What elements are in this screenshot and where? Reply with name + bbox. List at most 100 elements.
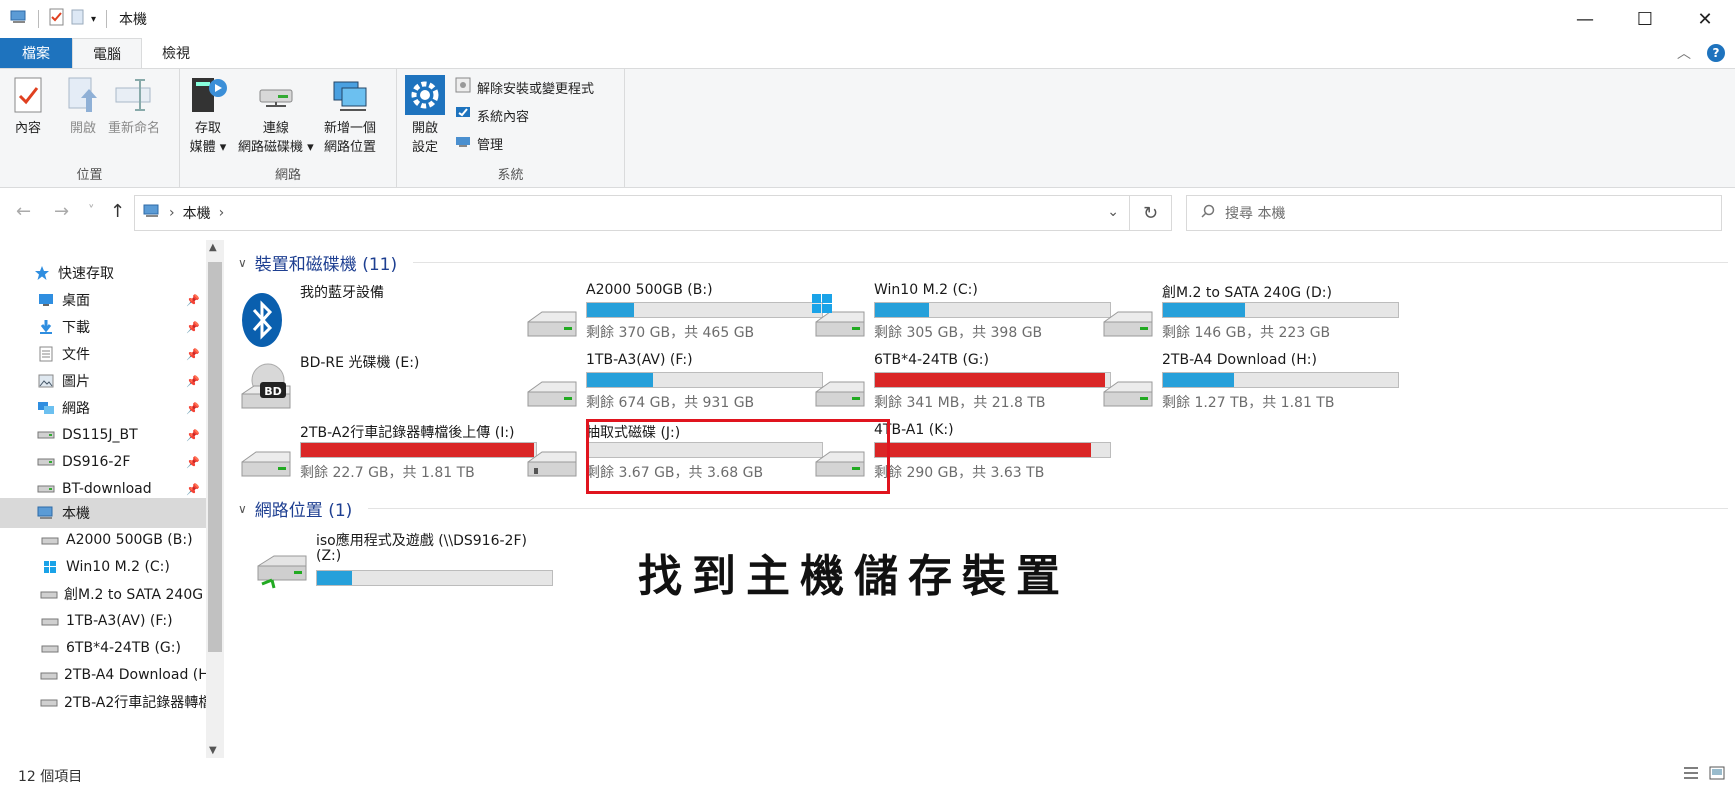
sidebar-item-label: DS115J_BT xyxy=(62,427,138,443)
drive-tile[interactable]: 1TB-A3(AV) (F:) 剩餘 674 GB，共 931 GB xyxy=(524,352,824,416)
pc-icon[interactable] xyxy=(10,9,28,29)
system-properties-icon xyxy=(455,105,471,125)
pin-icon[interactable]: 📌 xyxy=(186,375,200,388)
chevron-down-icon[interactable]: ▾ xyxy=(91,14,96,25)
search-input[interactable]: 搜尋 本機 xyxy=(1225,203,1285,223)
drive-icon xyxy=(40,642,60,654)
pin-icon[interactable]: 📌 xyxy=(186,294,200,307)
up-button[interactable]: ↑ xyxy=(110,201,125,222)
scrollbar-thumb[interactable] xyxy=(208,262,222,652)
drive-free-space: 剩餘 341 MB，共 21.8 TB xyxy=(874,395,1046,411)
forward-button[interactable]: → xyxy=(54,201,69,222)
new-folder-icon[interactable] xyxy=(71,8,85,30)
sidebar-item-quick-access[interactable]: 快速存取 xyxy=(0,258,206,288)
manage-button[interactable]: 管理 xyxy=(455,133,503,153)
maximize-button[interactable]: ☐ xyxy=(1615,0,1675,38)
system-properties-button[interactable]: 系統內容 xyxy=(455,105,529,125)
tab-computer[interactable]: 電腦 xyxy=(72,38,142,68)
uninstall-programs-button[interactable]: 解除安裝或變更程式 xyxy=(455,77,594,97)
pin-icon[interactable]: 📌 xyxy=(186,348,200,361)
properties-icon[interactable] xyxy=(49,8,65,30)
back-button[interactable]: ← xyxy=(16,201,31,222)
sidebar-item-pinned[interactable]: 網路 📌 xyxy=(0,393,206,423)
scroll-down-icon[interactable]: ▼ xyxy=(209,745,217,756)
drive-usage-bar xyxy=(874,372,1111,388)
minimize-button[interactable]: — xyxy=(1555,0,1615,38)
sidebar-item-drive[interactable]: A2000 500GB (B:) xyxy=(0,525,206,555)
close-button[interactable]: ✕ xyxy=(1675,0,1735,38)
drive-tile[interactable]: 我的藍牙設備 xyxy=(238,282,538,347)
tab-file[interactable]: 檔案 xyxy=(0,38,72,68)
sidebar-item-drive[interactable]: 創M.2 to SATA 240G (D:) xyxy=(0,579,206,609)
open-button[interactable]: 開啟 xyxy=(66,75,100,138)
search-box[interactable]: 搜尋 本機 xyxy=(1186,195,1722,231)
toolbar-divider xyxy=(106,10,108,28)
sidebar-item-label: Win10 M.2 (C:) xyxy=(66,559,170,575)
network-drive-usage-bar xyxy=(316,570,553,586)
sidebar-item-pinned[interactable]: 桌面 📌 xyxy=(0,285,206,315)
quick-access-toolbar: ▾ xyxy=(0,0,111,38)
drive-tile[interactable]: 2TB-A4 Download (H:) 剩餘 1.27 TB，共 1.81 TB xyxy=(1100,352,1400,416)
ribbon-group-network: 存取 媒體 ▾ 連線 網路磁碟機 ▾ 新增一個 網路位置 網路 xyxy=(180,69,397,187)
pin-icon[interactable]: 📌 xyxy=(186,483,200,496)
sidebar-item-pinned[interactable]: DS916-2F 📌 xyxy=(0,447,206,477)
map-network-drive-button[interactable]: 連線 網路磁碟機 ▾ xyxy=(238,75,314,157)
add-network-location-button[interactable]: 新增一個 網路位置 xyxy=(324,75,376,157)
tab-view[interactable]: 檢視 xyxy=(142,38,210,68)
recent-locations-button[interactable]: ˅ xyxy=(88,204,95,219)
download-icon xyxy=(36,319,56,335)
drive-tile[interactable]: A2000 500GB (B:) 剩餘 370 GB，共 465 GB xyxy=(524,282,824,346)
help-icon[interactable]: ? xyxy=(1707,44,1725,62)
address-dropdown-icon[interactable]: ⌄ xyxy=(1107,204,1119,220)
scroll-up-icon[interactable]: ▲ xyxy=(209,242,217,253)
drive-name: 2TB-A2行車記錄器轉檔後上傳 (I:) xyxy=(300,425,515,441)
sidebar-item-pinned[interactable]: 圖片 📌 xyxy=(0,366,206,396)
rename-button[interactable]: 重新命名 xyxy=(108,75,160,138)
address-bar[interactable]: › 本機 › ⌄ xyxy=(134,195,1130,231)
drive-name: Win10 M.2 (C:) xyxy=(874,282,978,298)
chevron-right-icon[interactable]: › xyxy=(219,205,225,221)
large-icons-view-icon[interactable] xyxy=(1709,766,1725,784)
drive-free-space: 剩餘 305 GB，共 398 GB xyxy=(874,325,1043,341)
sidebar-item-drive[interactable]: 6TB*4-24TB (G:) xyxy=(0,633,206,663)
details-view-icon[interactable] xyxy=(1683,766,1699,784)
bluetooth-icon xyxy=(238,292,294,347)
pin-icon[interactable]: 📌 xyxy=(186,456,200,469)
drive-tile[interactable]: 6TB*4-24TB (G:) 剩餘 341 MB，共 21.8 TB xyxy=(812,352,1112,416)
collapse-ribbon-icon[interactable]: ︿ xyxy=(1677,43,1691,63)
sidebar-item-pinned[interactable]: 下載 📌 xyxy=(0,312,206,342)
section-header-network[interactable]: ∨ 網路位置 (1) xyxy=(238,496,1728,521)
svg-text:BD: BD xyxy=(264,385,282,398)
sidebar-item-this-pc[interactable]: 本機 xyxy=(0,498,206,528)
properties-button[interactable]: 內容 xyxy=(12,75,44,138)
pin-icon[interactable]: 📌 xyxy=(186,321,200,334)
drive-tile[interactable]: BD BD-RE 光碟機 (E:) xyxy=(238,352,538,416)
sidebar-item-drive[interactable]: 1TB-A3(AV) (F:) xyxy=(0,606,206,636)
section-divider xyxy=(413,262,1728,263)
refresh-button[interactable]: ↻ xyxy=(1130,195,1172,231)
pin-icon[interactable]: 📌 xyxy=(186,429,200,442)
sidebar-scrollbar[interactable]: ▲ ▼ xyxy=(206,240,224,758)
window-title: 本機 xyxy=(119,12,148,28)
pin-icon[interactable]: 📌 xyxy=(186,402,200,415)
sidebar-item-drive[interactable]: 2TB-A2行車記錄器轉檔後上傳 (I:) xyxy=(0,687,206,717)
sidebar-item-drive[interactable]: Win10 M.2 (C:) xyxy=(0,552,206,582)
breadcrumb-this-pc[interactable]: 本機 xyxy=(183,203,211,223)
drive-tile[interactable]: 2TB-A2行車記錄器轉檔後上傳 (I:) 剩餘 22.7 GB，共 1.81 T… xyxy=(238,422,538,486)
sidebar-item-pinned[interactable]: DS115J_BT 📌 xyxy=(0,420,206,450)
chevron-right-icon[interactable]: › xyxy=(169,205,175,221)
drive-icon xyxy=(40,696,58,708)
drive-tile[interactable]: Win10 M.2 (C:) 剩餘 305 GB，共 398 GB xyxy=(812,282,1112,346)
section-header-devices[interactable]: ∨ 裝置和磁碟機 (11) xyxy=(238,250,1728,275)
open-settings-button[interactable]: 開啟 設定 xyxy=(405,75,445,157)
access-media-button[interactable]: 存取 媒體 ▾ xyxy=(188,75,228,157)
pc-icon xyxy=(36,482,56,496)
chevron-down-icon[interactable]: ∨ xyxy=(238,502,247,516)
sidebar-item-drive[interactable]: 2TB-A4 Download (H:) xyxy=(0,660,206,690)
drive-icon xyxy=(812,362,868,414)
drive-tile[interactable]: 創M.2 to SATA 240G (D:) 剩餘 146 GB，共 223 GB xyxy=(1100,282,1400,346)
chevron-down-icon[interactable]: ∨ xyxy=(238,256,247,270)
sidebar-item-label: 2TB-A4 Download (H:) xyxy=(64,667,206,683)
sidebar-item-pinned[interactable]: 文件 📌 xyxy=(0,339,206,369)
network-drive-tile[interactable]: iso應用程式及遊戲 (\\DS916-2F) (Z:) xyxy=(254,530,554,594)
